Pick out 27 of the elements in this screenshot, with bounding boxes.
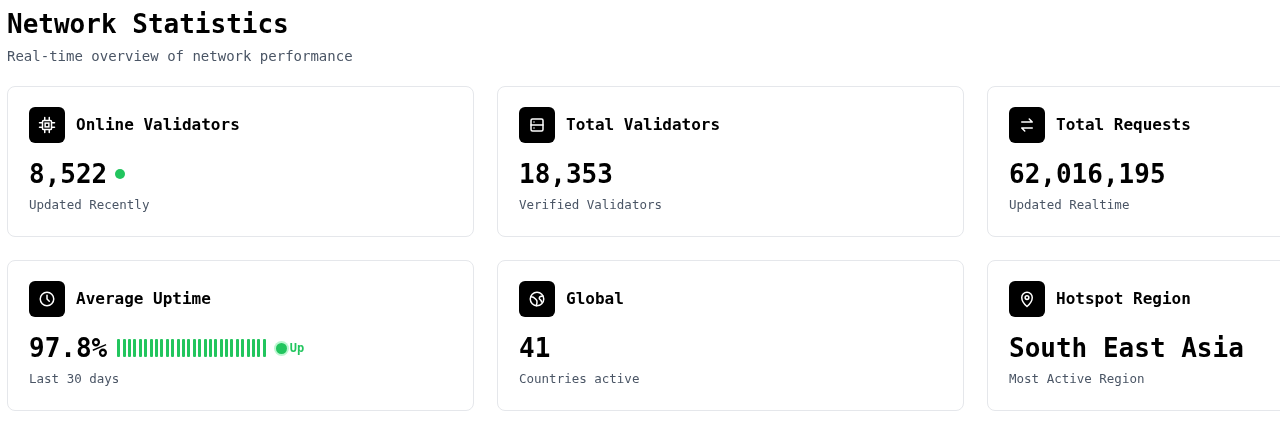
card-caption: Most Active Region: [1009, 370, 1145, 388]
stat-value: 97.8%: [29, 332, 108, 365]
page-subtitle: Real-time overview of network performance: [7, 47, 353, 66]
card-caption: Updated Realtime: [1009, 196, 1130, 214]
globe-icon: [528, 290, 546, 308]
stat-value: 18,353: [519, 158, 613, 191]
card-title: Total Requests: [1056, 114, 1191, 136]
card-title: Average Uptime: [76, 288, 211, 310]
stat-value: 41: [519, 332, 551, 365]
swap-arrows-icon: [1018, 116, 1036, 134]
server-icon: [528, 116, 546, 134]
page-title: Network Statistics: [7, 8, 289, 40]
card-title: Global: [566, 288, 624, 310]
card-title: Hotspot Region: [1056, 288, 1191, 310]
card-title: Total Validators: [566, 114, 721, 136]
status-label: Up: [289, 340, 305, 357]
stat-value: 8,522: [29, 158, 108, 191]
chip-icon: [38, 116, 56, 134]
card-caption: Last 30 days: [29, 370, 120, 388]
card-caption: Countries active: [519, 370, 640, 388]
card-caption: Verified Validators: [519, 196, 662, 214]
stat-value: 62,016,195: [1009, 158, 1166, 191]
stat-value: South East Asia: [1009, 332, 1244, 365]
clock-icon: [38, 290, 56, 308]
card-title: Online Validators: [76, 114, 240, 136]
card-caption: Updated Recently: [29, 196, 150, 214]
location-pin-icon: [1018, 290, 1036, 308]
